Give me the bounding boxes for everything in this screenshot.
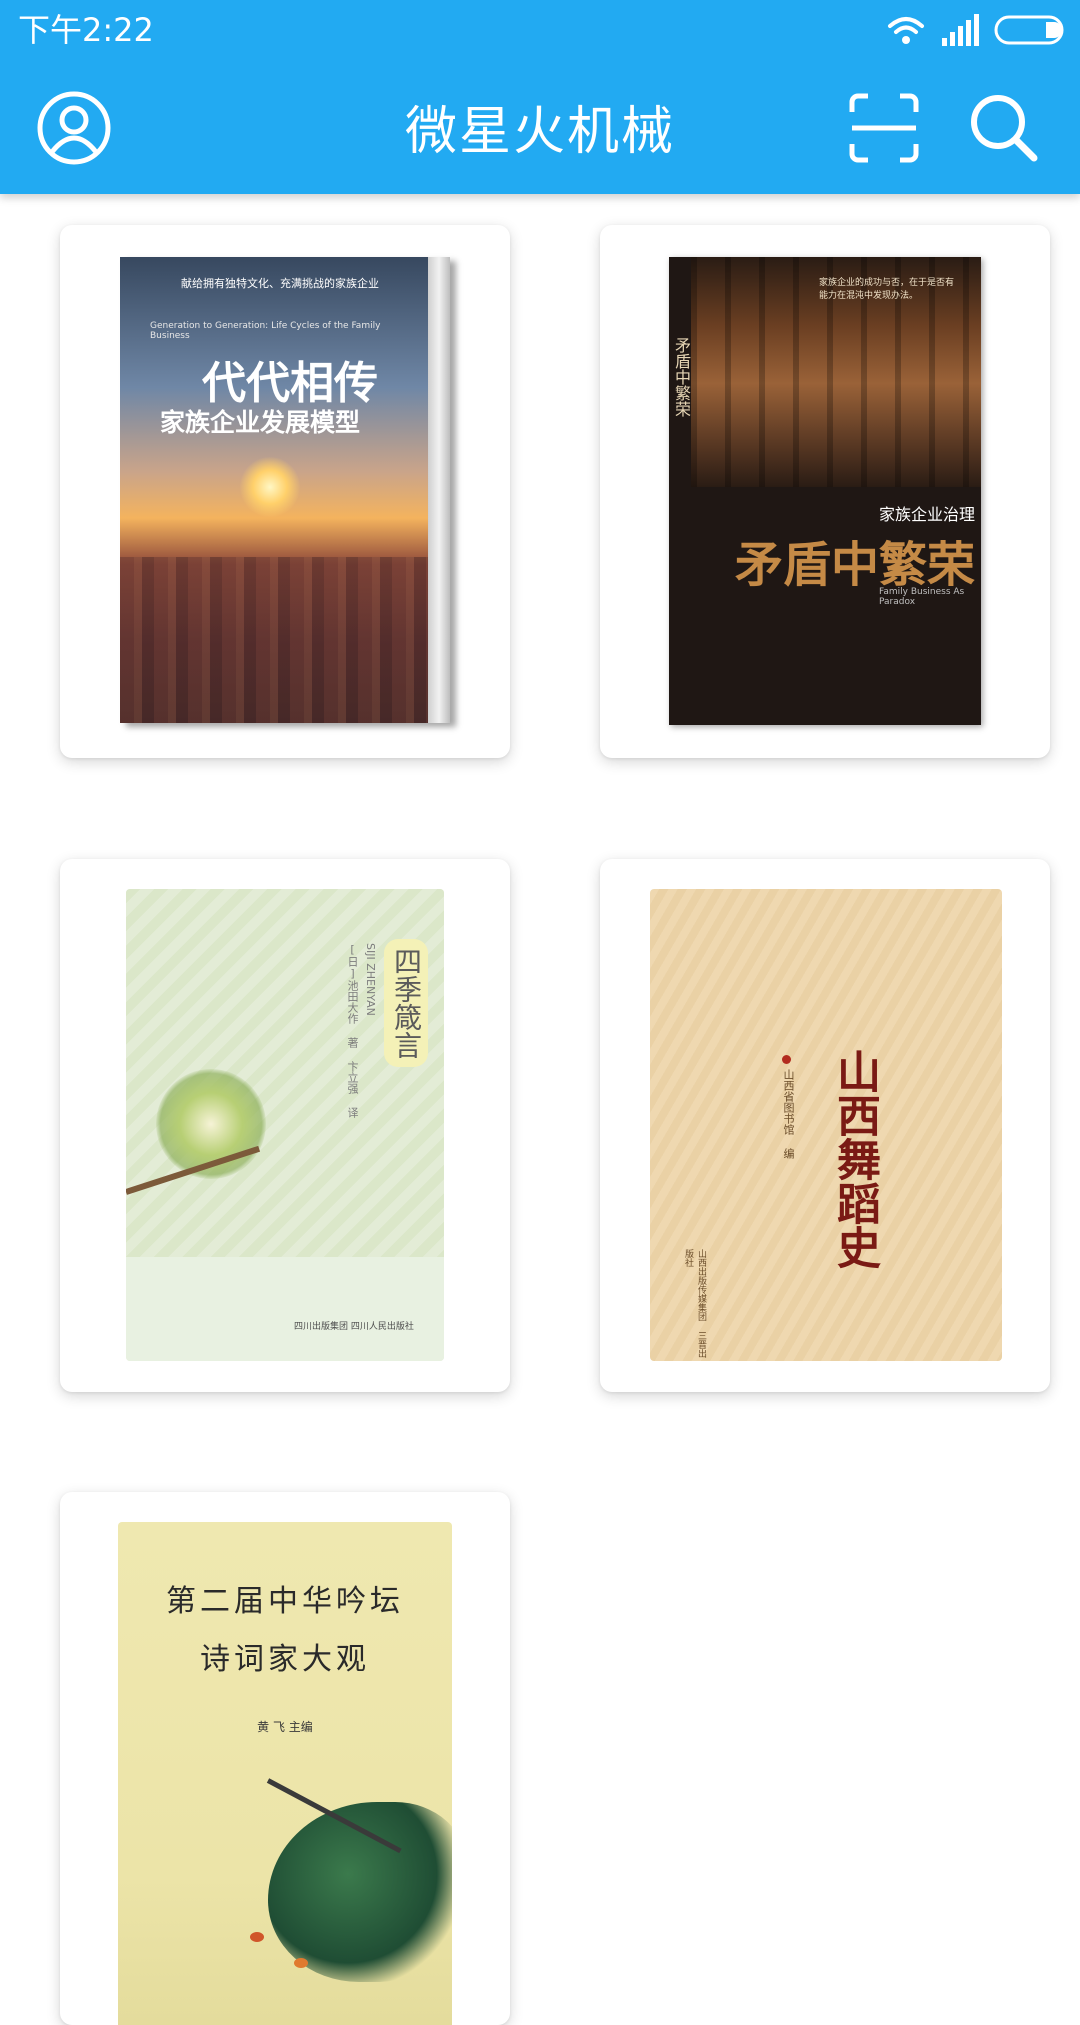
book-title-line1: 第二届中华吟坛 (166, 1584, 404, 1619)
book-card[interactable]: 献给拥有独特文化、充满挑战的家族企业 Generation to Generat… (60, 225, 510, 758)
search-icon[interactable] (968, 92, 1040, 164)
book-cover: 四季箴言 SIJI ZHENYAN [日]池田大作 著 卞立强 译 四川出版集团… (126, 889, 444, 1361)
app-bar: 下午2:22 微星火机械 (0, 0, 1080, 194)
book-series: 家族企业治理 (879, 505, 976, 524)
wifi-icon (888, 17, 924, 44)
book-cover: 山西舞蹈史 山西省图书馆 编 山西出版传媒集团 三晋出版社 (650, 889, 1002, 1361)
book-tagline: 家族企业的成功与否，在于是否有能力在混沌中发现办法。 (819, 278, 955, 301)
book-cover: 献给拥有独特文化、充满挑战的家族企业 Generation to Generat… (120, 257, 450, 723)
signal-icon (942, 14, 979, 46)
book-title: 代代相传 (202, 358, 378, 409)
book-grid: 献给拥有独特文化、充满挑战的家族企业 Generation to Generat… (0, 194, 1080, 2025)
book-english: Generation to Generation: Life Cycles of… (150, 321, 381, 341)
book-pinyin: SIJI ZHENYAN (364, 943, 377, 1016)
book-card[interactable]: 家族企业的成功与否，在于是否有能力在混沌中发现办法。 家族企业治理 矛盾中繁荣 … (600, 225, 1050, 758)
status-time: 下午2:22 (18, 11, 154, 49)
book-title: 四季箴言 (384, 939, 428, 1067)
book-card[interactable]: 四季箴言 SIJI ZHENYAN [日]池田大作 著 卞立强 译 四川出版集团… (60, 859, 510, 1392)
battery-icon (994, 15, 1064, 45)
status-icons (886, 12, 1066, 48)
book-publisher: 山西出版传媒集团 三晋出版社 (683, 1249, 706, 1358)
book-card[interactable]: 山西舞蹈史 山西省图书馆 编 山西出版传媒集团 三晋出版社 (600, 859, 1050, 1392)
book-title: 山西舞蹈史 (829, 1049, 880, 1269)
book-english: Family Business As Paradox (879, 587, 965, 607)
book-tagline: 献给拥有独特文化、充满挑战的家族企业 (181, 277, 379, 290)
book-author: [日]池田大作 著 卞立强 译 (346, 943, 359, 1118)
book-title-line2: 诗词家大观 (200, 1642, 370, 1677)
book-publisher: 四川出版集团 四川人民出版社 (294, 1322, 414, 1332)
book-cover: 家族企业的成功与否，在于是否有能力在混沌中发现办法。 家族企业治理 矛盾中繁荣 … (669, 257, 981, 725)
book-subtitle: 家族企业发展模型 (160, 408, 361, 437)
book-editor: 黄 飞 主编 (257, 1720, 313, 1734)
book-cover: 第二届中华吟坛 诗词家大观 黄 飞 主编 (118, 1522, 452, 2025)
book-spine-title: 矛盾中繁荣 (672, 337, 691, 417)
book-card[interactable]: 第二届中华吟坛 诗词家大观 黄 飞 主编 (60, 1492, 510, 2025)
book-title: 矛盾中繁荣 (735, 537, 976, 593)
scan-icon[interactable] (848, 92, 920, 164)
book-editor: 山西省图书馆 编 (782, 1069, 795, 1159)
